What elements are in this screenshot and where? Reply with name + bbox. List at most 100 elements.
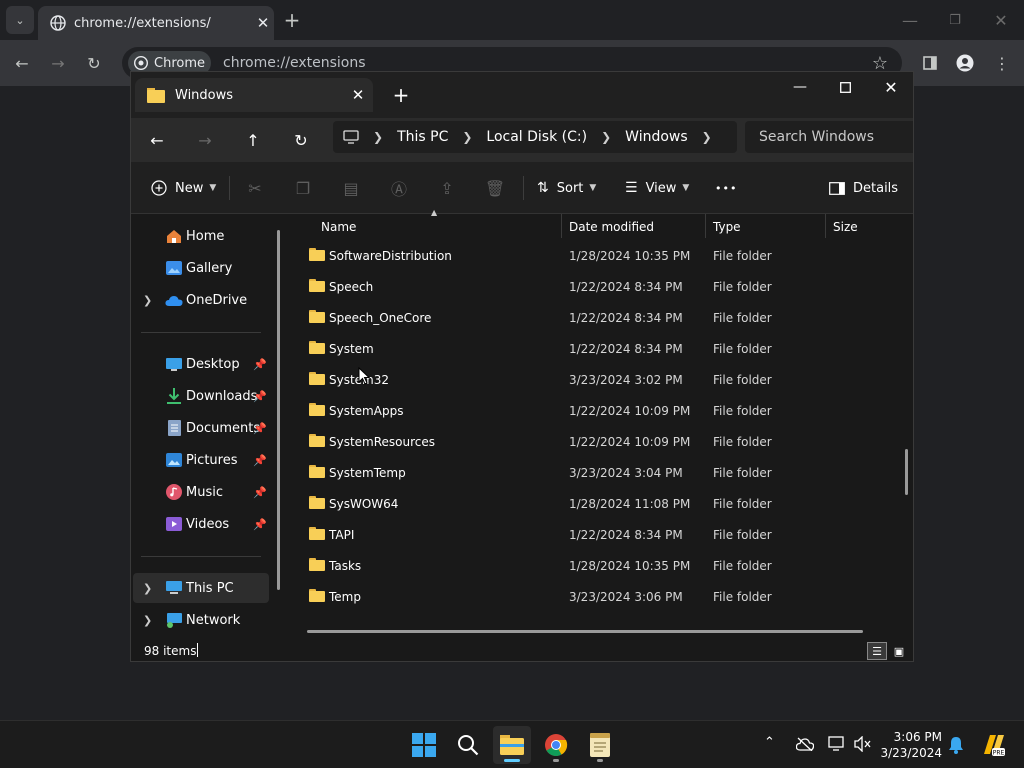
chevron-right-icon[interactable]: ❯	[143, 614, 152, 627]
table-row[interactable]: Speech 1/22/2024 8:34 PM File folder	[289, 271, 899, 302]
copilot-icon[interactable]: PRE	[980, 732, 1006, 758]
pin-icon[interactable]: 📌	[253, 486, 267, 499]
table-row[interactable]: Temp 3/23/2024 3:06 PM File folder	[289, 581, 899, 612]
breadcrumb-chevron-icon[interactable]: ❯	[462, 130, 472, 144]
pin-icon[interactable]: 📌	[253, 358, 267, 371]
chrome-close-icon[interactable]: ✕	[987, 6, 1015, 34]
back-arrow-icon[interactable]: ←	[141, 126, 173, 154]
rename-icon[interactable]: Ⓐ	[383, 174, 415, 202]
taskbar-notepad[interactable]	[581, 726, 619, 764]
paste-icon[interactable]: ▤	[335, 174, 367, 202]
explorer-minimize-icon[interactable]: —	[777, 72, 823, 102]
pin-icon[interactable]: 📌	[253, 390, 267, 403]
nav-item-desktop[interactable]: Desktop 📌	[133, 349, 269, 379]
refresh-icon[interactable]: ↻	[285, 126, 317, 154]
nav-item-music[interactable]: Music 📌	[133, 477, 269, 507]
nav-item-home[interactable]: Home	[133, 221, 269, 251]
breadcrumb-windows[interactable]: Windows	[625, 129, 688, 145]
column-header-size[interactable]: Size	[827, 214, 907, 240]
details-view-icon[interactable]: ☰	[867, 642, 887, 660]
column-divider[interactable]	[561, 214, 562, 238]
sort-button[interactable]: ⇅ Sort ▼	[537, 174, 596, 202]
more-options-button[interactable]: •••	[715, 174, 737, 202]
explorer-new-tab-button[interactable]: +	[385, 80, 417, 110]
table-row[interactable]: SoftwareDistribution 1/28/2024 10:35 PM Fi…	[289, 240, 899, 271]
column-header-name[interactable]: Name	[315, 214, 561, 240]
network-status-icon[interactable]	[828, 736, 846, 752]
tab-search-button[interactable]: ⌄	[6, 6, 34, 34]
new-button[interactable]: New ▼	[151, 174, 216, 202]
chevron-right-icon[interactable]: ❯	[143, 582, 152, 595]
details-button[interactable]: Details	[829, 174, 898, 202]
breadcrumb-chevron-icon[interactable]: ❯	[601, 130, 611, 144]
pin-icon[interactable]: 📌	[253, 518, 267, 531]
up-arrow-icon[interactable]: ↑	[237, 126, 269, 154]
system-clock[interactable]: 3:06 PM 3/23/2024	[880, 729, 942, 761]
taskbar-search-button[interactable]	[449, 726, 487, 764]
share-icon[interactable]: ⇪	[431, 174, 463, 202]
explorer-close-icon[interactable]: ✕	[868, 72, 913, 102]
table-row[interactable]: SystemApps 1/22/2024 10:09 PM File folder	[289, 395, 899, 426]
onedrive-offline-icon[interactable]	[796, 737, 814, 751]
profile-icon[interactable]	[951, 49, 979, 77]
chrome-minimize-icon[interactable]: —	[896, 6, 924, 34]
taskbar-file-explorer[interactable]	[493, 726, 531, 764]
breadcrumb-chevron-icon[interactable]: ❯	[702, 130, 712, 144]
nav-pane-scrollbar[interactable]	[277, 230, 280, 590]
chrome-restore-icon[interactable]: ❐	[941, 6, 969, 34]
nav-item-onedrive[interactable]: ❯ OneDrive	[133, 285, 269, 315]
explorer-tab-close-icon[interactable]: ✕	[343, 86, 373, 104]
start-button[interactable]	[405, 726, 443, 764]
breadcrumb-this-pc[interactable]: This PC	[397, 129, 448, 145]
chrome-tab[interactable]: chrome://extensions/ ✕	[38, 6, 274, 40]
nav-item-this-pc[interactable]: ❯ This PC	[133, 573, 269, 603]
table-row[interactable]: Tasks 1/28/2024 10:35 PM File folder	[289, 550, 899, 581]
notification-bell-icon[interactable]	[948, 736, 964, 754]
nav-item-network[interactable]: ❯ Network	[133, 605, 269, 635]
side-panel-icon[interactable]	[916, 49, 944, 77]
column-divider[interactable]	[705, 214, 706, 238]
file-date-modified: 1/22/2024 8:34 PM	[569, 311, 683, 325]
forward-arrow-icon[interactable]: →	[189, 126, 221, 154]
chrome-menu-icon[interactable]: ⋮	[988, 49, 1016, 77]
forward-arrow-icon[interactable]: →	[44, 49, 72, 77]
table-row[interactable]: SystemResources 1/22/2024 10:09 PM File fo…	[289, 426, 899, 457]
volume-muted-icon[interactable]	[854, 736, 872, 752]
pin-icon[interactable]: 📌	[253, 454, 267, 467]
pin-icon[interactable]: 📌	[253, 422, 267, 435]
search-input[interactable]: Search Windows	[745, 121, 913, 153]
taskbar-chrome[interactable]	[537, 726, 575, 764]
breadcrumb-chevron-icon[interactable]: ❯	[373, 130, 383, 144]
new-tab-button[interactable]: +	[278, 6, 306, 34]
nav-item-gallery[interactable]: Gallery	[133, 253, 269, 283]
breadcrumb-local-disk[interactable]: Local Disk (C:)	[486, 129, 587, 145]
list-vertical-scrollbar[interactable]	[905, 449, 908, 495]
nav-item-downloads[interactable]: Downloads 📌	[133, 381, 269, 411]
show-hidden-icons-icon[interactable]: ⌃	[764, 735, 775, 750]
list-horizontal-scrollbar[interactable]	[307, 630, 863, 633]
view-button[interactable]: ☰ View ▼	[625, 174, 689, 202]
cut-icon[interactable]: ✂	[239, 174, 271, 202]
column-header-date-modified[interactable]: Date modified	[563, 214, 705, 240]
table-row[interactable]: SysWOW64 1/28/2024 11:08 PM File folder	[289, 488, 899, 519]
address-bar[interactable]: ❯ This PC ❯ Local Disk (C:) ❯ Windows ❯	[333, 121, 737, 153]
column-header-type[interactable]: Type	[707, 214, 825, 240]
table-row[interactable]: System323/23/2024 3:02 PMFile folder	[289, 364, 899, 395]
chrome-tab-close-icon[interactable]: ✕	[252, 14, 274, 32]
nav-item-documents[interactable]: Documents 📌	[133, 413, 269, 443]
chevron-right-icon[interactable]: ❯	[143, 294, 152, 307]
table-row[interactable]: System 1/22/2024 8:34 PM File folder	[289, 333, 899, 364]
nav-item-pictures[interactable]: Pictures 📌	[133, 445, 269, 475]
delete-icon[interactable]: 🗑	[479, 174, 511, 202]
table-row[interactable]: SystemTemp 3/23/2024 3:04 PM File folder	[289, 457, 899, 488]
table-row[interactable]: TAPI 1/22/2024 8:34 PM File folder	[289, 519, 899, 550]
explorer-maximize-icon[interactable]	[822, 72, 868, 102]
explorer-tab[interactable]: Windows ✕	[135, 78, 373, 112]
back-arrow-icon[interactable]: ←	[8, 49, 36, 77]
reload-icon[interactable]: ↻	[80, 49, 108, 77]
column-divider[interactable]	[825, 214, 826, 238]
nav-item-videos[interactable]: Videos 📌	[133, 509, 269, 539]
copy-icon[interactable]: ❐	[287, 174, 319, 202]
tiles-view-icon[interactable]: ▣	[889, 642, 909, 660]
table-row[interactable]: Speech_OneCore 1/22/2024 8:34 PM File fold…	[289, 302, 899, 333]
